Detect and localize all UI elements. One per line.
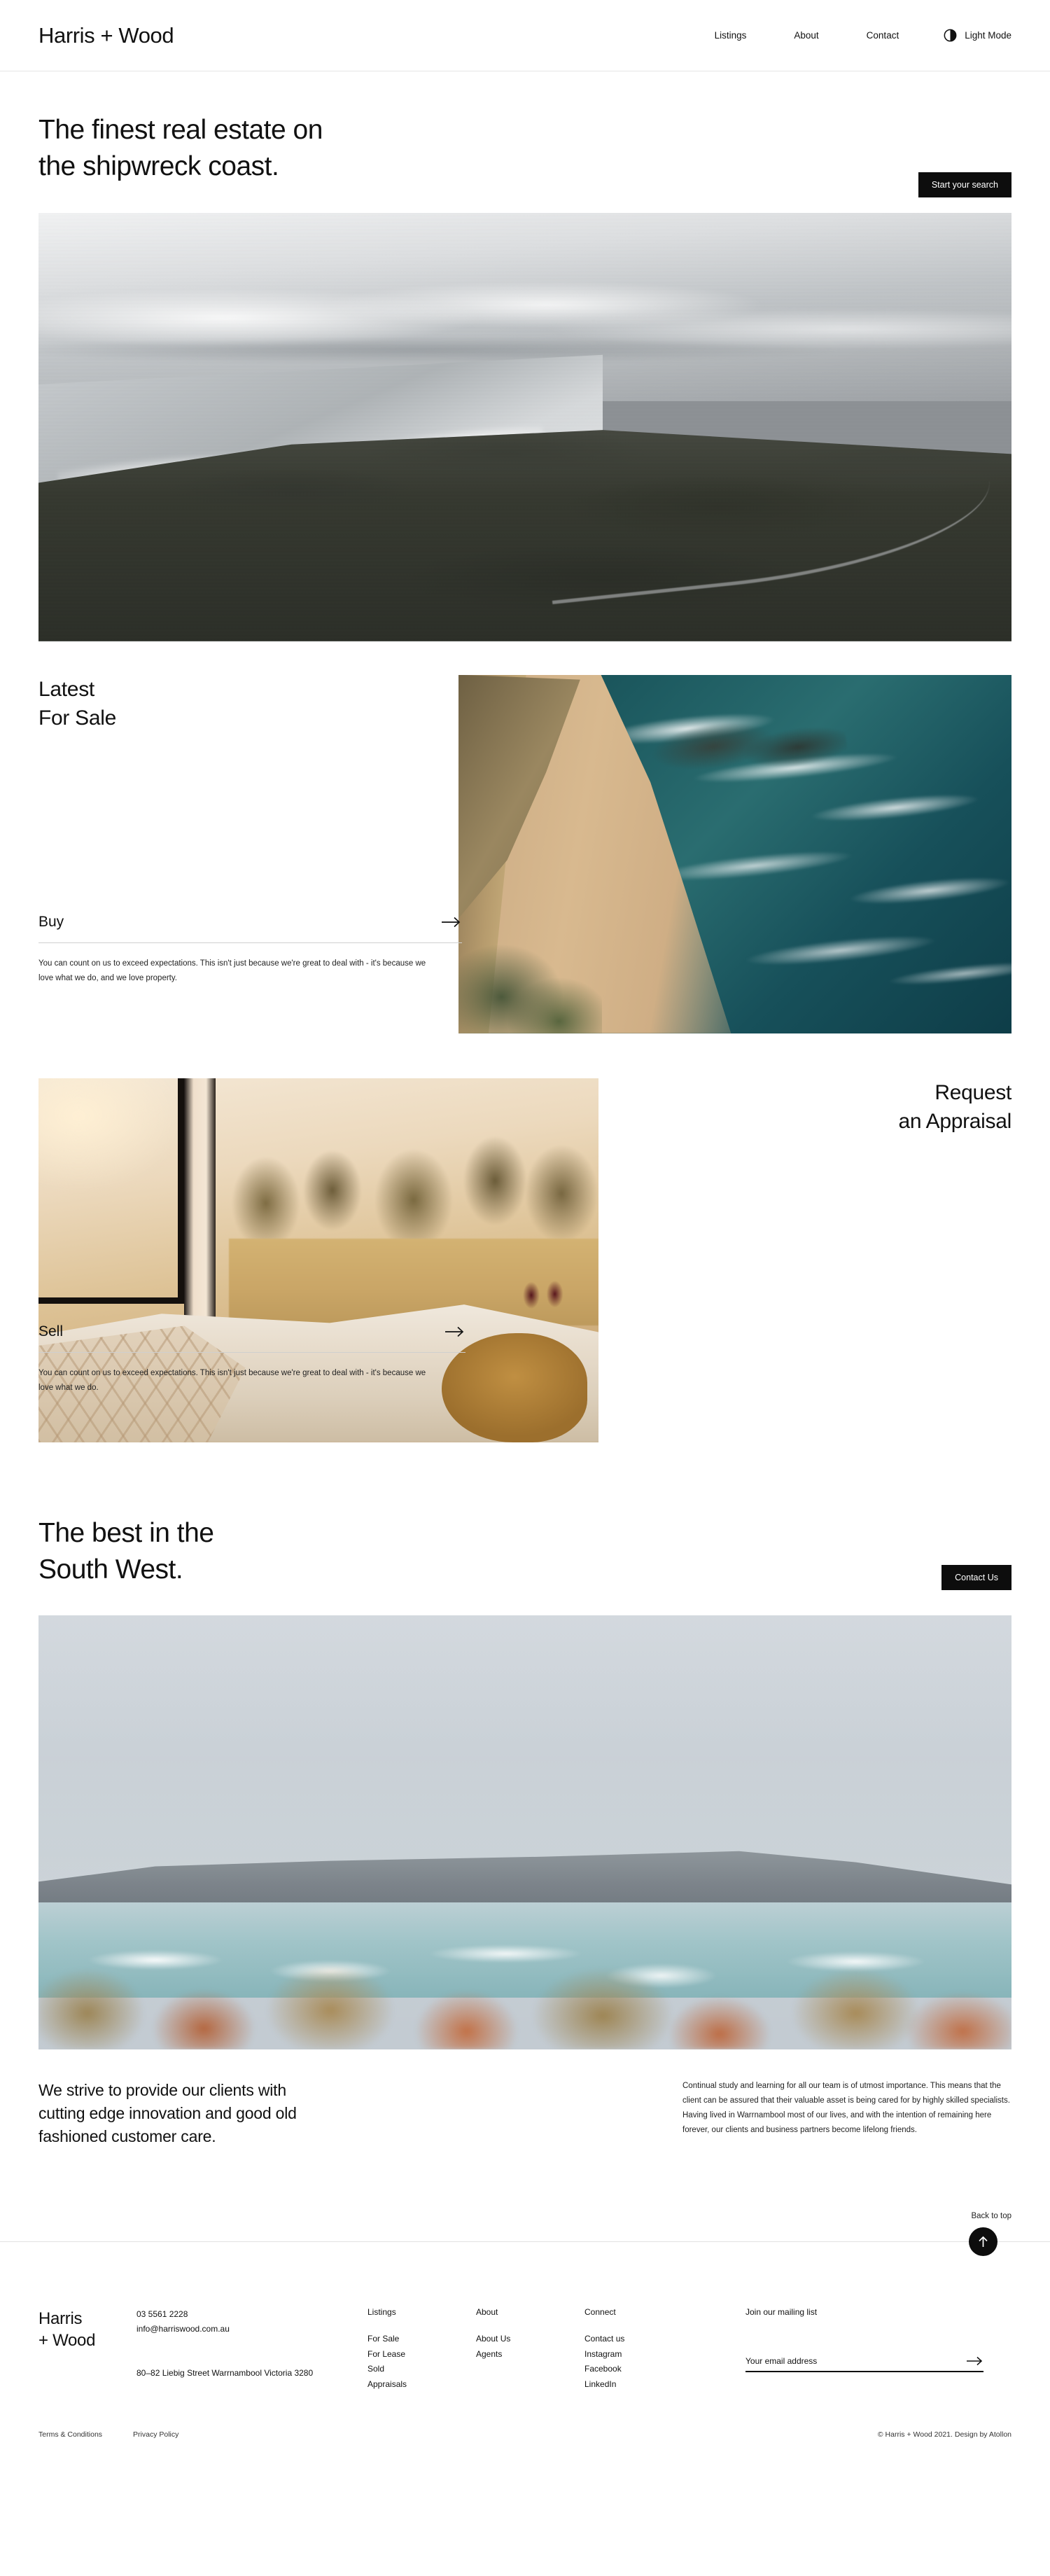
footer-link-instagram[interactable]: Instagram xyxy=(584,2347,746,2362)
mailing-list-block: Join our mailing list xyxy=(746,2307,983,2373)
buy-divider xyxy=(38,942,462,944)
request-appraisal-heading: Request an Appraisal xyxy=(898,1080,1011,1133)
footer-link-for-lease[interactable]: For Lease xyxy=(368,2347,476,2362)
sell-label: Sell xyxy=(38,1323,64,1339)
hero-coastline-image xyxy=(38,212,1011,641)
buy-label: Buy xyxy=(38,914,64,931)
footer-column-about: About About Us Agents xyxy=(476,2307,584,2362)
site-footer: Harris + Wood 03 5561 2228 info@harriswo… xyxy=(0,2254,1050,2394)
footer-column-title: Listings xyxy=(368,2307,396,2318)
site-header: Harris + Wood Listings About Contact Lig… xyxy=(0,0,1050,71)
mailing-list-field[interactable] xyxy=(746,2356,983,2373)
light-mode-toggle[interactable]: Light Mode xyxy=(944,29,1011,42)
nav-item-about[interactable]: About xyxy=(770,30,842,41)
legal-bar: Terms & Conditions Privacy Policy © Harr… xyxy=(0,2430,1050,2467)
footer-address: 80–82 Liebig Street Warrnambool Victoria… xyxy=(136,2368,314,2379)
footer-divider xyxy=(0,2241,1050,2243)
footer-link-linkedin[interactable]: LinkedIn xyxy=(584,2377,746,2392)
footer-link-contact-us[interactable]: Contact us xyxy=(584,2332,746,2346)
footer-phone[interactable]: 03 5561 2228 xyxy=(136,2307,368,2322)
mailing-list-title: Join our mailing list xyxy=(746,2307,818,2318)
light-mode-label: Light Mode xyxy=(965,30,1011,41)
privacy-link[interactable]: Privacy Policy xyxy=(133,2430,178,2439)
sell-divider xyxy=(38,1351,465,1353)
footer-link-about-us[interactable]: About Us xyxy=(476,2332,584,2346)
latest-for-sale-section: Latest For Sale Buy You can count on us … xyxy=(0,674,1050,1053)
nav-item-listings[interactable]: Listings xyxy=(691,30,771,41)
buy-description: You can count on us to exceed expectatio… xyxy=(38,959,426,983)
footer-column-connect: Connect Contact us Instagram Facebook Li… xyxy=(584,2307,746,2391)
start-search-button[interactable]: Start your search xyxy=(918,172,1011,197)
main-nav: Listings About Contact Light Mode xyxy=(691,29,1011,42)
cliff-beach-image xyxy=(458,674,1011,1033)
philosophy-heading: We strive to provide our clients with cu… xyxy=(38,2081,297,2145)
hero-title: The finest real estate on the shipwreck … xyxy=(38,115,323,181)
buy-link-block[interactable]: Buy You can count on us to exceed expect… xyxy=(38,914,462,987)
terms-link[interactable]: Terms & Conditions xyxy=(38,2430,102,2439)
appraisal-heading-wrap: Request an Appraisal xyxy=(584,1078,1011,1136)
philosophy-section: We strive to provide our clients with cu… xyxy=(0,2049,1050,2175)
footer-link-appraisals[interactable]: Appraisals xyxy=(368,2377,476,2392)
back-to-top-button[interactable] xyxy=(969,2227,997,2257)
email-input[interactable] xyxy=(746,2356,920,2367)
philosophy-body: Continual study and learning for all our… xyxy=(682,2082,1010,2135)
brand-logo[interactable]: Harris + Wood xyxy=(38,23,174,48)
south-west-section: The best in the South West. Contact Us xyxy=(0,1470,1050,2050)
south-west-title: The best in the South West. xyxy=(38,1517,214,1585)
footer-column-title: Connect xyxy=(584,2307,616,2318)
footer-brand-logo[interactable]: Harris + Wood xyxy=(38,2307,136,2351)
bedroom-image-wine-glasses xyxy=(514,1260,570,1318)
cliff-image-vegetation xyxy=(458,911,603,1033)
arrow-right-icon xyxy=(442,917,461,928)
arrow-right-icon xyxy=(445,1326,464,1337)
footer-column-title: About xyxy=(476,2307,498,2318)
contact-us-button[interactable]: Contact Us xyxy=(941,1564,1011,1590)
arrow-right-icon[interactable] xyxy=(967,2356,983,2366)
footer-email[interactable]: info@harriswood.com.au xyxy=(136,2322,368,2337)
sell-description: You can count on us to exceed expectatio… xyxy=(38,1368,426,1392)
footer-link-for-sale[interactable]: For Sale xyxy=(368,2332,476,2346)
back-to-top-label[interactable]: Back to top xyxy=(971,2212,1011,2220)
back-to-top-wrap: Back to top xyxy=(0,2212,1050,2257)
footer-link-sold[interactable]: Sold xyxy=(368,2362,476,2376)
footer-column-listings: Listings For Sale For Lease Sold Apprais… xyxy=(368,2307,476,2391)
half-circle-icon xyxy=(944,29,957,42)
arrow-up-icon xyxy=(979,2236,988,2248)
nav-item-contact[interactable]: Contact xyxy=(843,30,923,41)
copyright-text: © Harris + Wood 2021. Design by Atollon xyxy=(877,2430,1011,2439)
footer-link-agents[interactable]: Agents xyxy=(476,2347,584,2362)
bedroom-image-window-frame-left xyxy=(38,1078,184,1304)
surf-image-haze xyxy=(38,1615,1011,2050)
sell-link-block[interactable]: Sell You can count on us to exceed expec… xyxy=(38,1323,465,1404)
footer-contact-block: 03 5561 2228 info@harriswood.com.au 80–8… xyxy=(136,2307,368,2381)
surf-coast-image xyxy=(38,1615,1011,2050)
bedroom-image-window-mullion xyxy=(184,1078,216,1318)
footer-link-facebook[interactable]: Facebook xyxy=(584,2362,746,2376)
request-appraisal-section: Request an Appraisal Sell You can count … xyxy=(0,1078,1050,1470)
hero-section: The finest real estate on the shipwreck … xyxy=(0,71,1050,197)
